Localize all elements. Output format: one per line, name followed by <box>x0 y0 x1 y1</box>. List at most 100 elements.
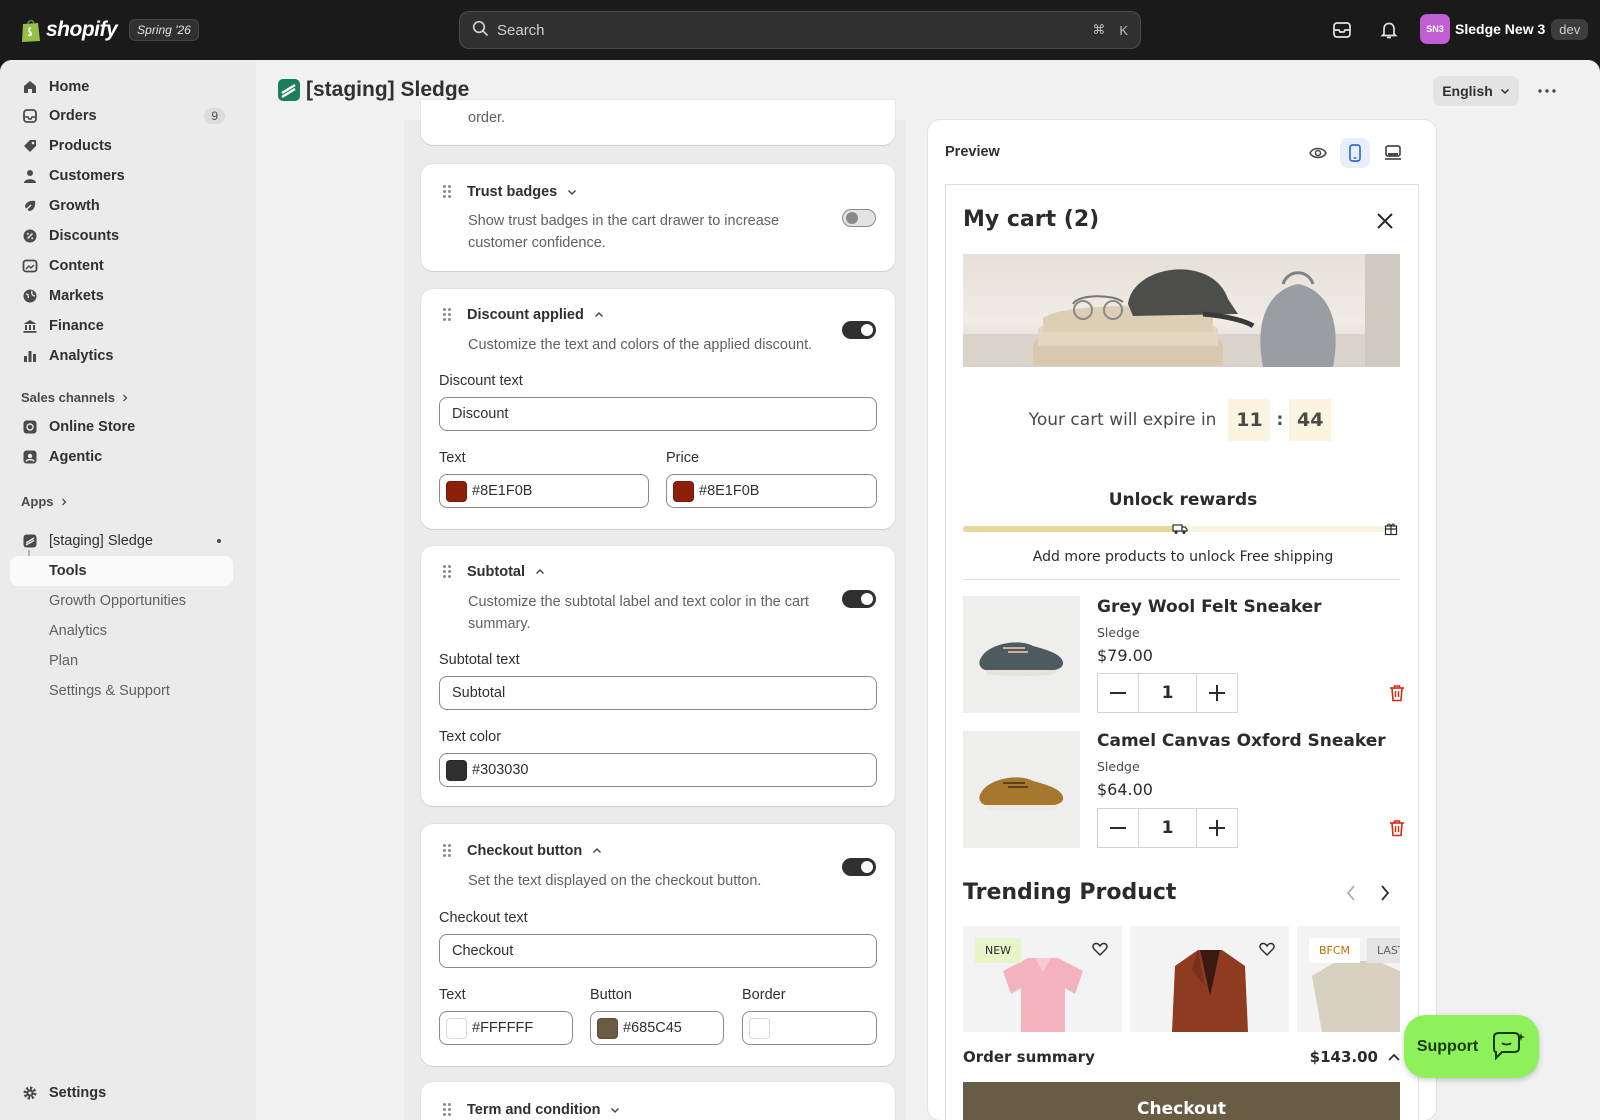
content-icon <box>21 257 39 275</box>
apps-heading[interactable]: Apps <box>21 494 68 509</box>
discount-text-color-input[interactable]: #8E1F0B <box>439 474 649 508</box>
sidebar-item-finance[interactable]: Finance <box>10 311 233 341</box>
trash-icon[interactable] <box>1389 684 1405 702</box>
product-image-grey-sneaker[interactable] <box>963 596 1080 713</box>
card-description-line: customer confidence. <box>468 235 606 251</box>
expire-text: Your cart will expire in <box>1028 410 1217 430</box>
trending-product-card[interactable] <box>1130 926 1289 1032</box>
card-discount-applied: Discount applied Customize the text and … <box>421 289 895 529</box>
color-swatch[interactable] <box>446 480 467 502</box>
desktop-view-icon[interactable] <box>1378 138 1408 168</box>
sidebar-item-settings[interactable]: Settings <box>10 1078 233 1108</box>
trust-badges-toggle[interactable] <box>842 209 876 227</box>
plus-icon[interactable] <box>1197 809 1237 847</box>
chevron-up-icon[interactable] <box>1388 1053 1400 1061</box>
product-image-camel-sneaker[interactable] <box>963 731 1080 848</box>
color-swatch[interactable] <box>597 1017 618 1039</box>
sidebar-item-growth[interactable]: Growth <box>10 191 233 221</box>
input-value: #8E1F0B <box>699 483 760 499</box>
sidebar-subitem-analytics[interactable]: Analytics <box>49 623 107 639</box>
card-title: Term and condition <box>467 1102 601 1118</box>
sidebar-item-customers[interactable]: Customers <box>10 161 233 191</box>
quantity-value[interactable]: 1 <box>1138 674 1197 712</box>
card-header[interactable]: Checkout button <box>443 843 602 859</box>
more-actions-icon[interactable] <box>1534 78 1560 104</box>
sidebar-subitem-plan[interactable]: Plan <box>49 653 78 669</box>
subtotal-text-color-input[interactable]: #303030 <box>439 753 877 787</box>
checkout-text-color-input[interactable]: #FFFFFF <box>439 1011 573 1045</box>
language-select[interactable]: English <box>1433 76 1519 106</box>
search-bar[interactable]: Search ⌘ K <box>459 11 1141 49</box>
checkout-button-color-label: Button <box>590 987 632 1003</box>
pin-dot-icon[interactable] <box>217 539 221 543</box>
sidebar-item-discounts[interactable]: Discounts <box>10 221 233 251</box>
chevron-down-icon[interactable] <box>610 1105 620 1115</box>
checkout-text-input[interactable]: Checkout <box>439 934 877 968</box>
support-button[interactable]: Support <box>1404 1015 1539 1078</box>
drag-handle-icon[interactable] <box>443 1103 453 1117</box>
chevron-right-icon[interactable] <box>1375 883 1395 903</box>
sidebar-item-agentic[interactable]: Agentic <box>10 442 233 472</box>
account-menu[interactable]: SN3 Sledge New 3 dev <box>1420 14 1589 44</box>
checkout-toggle[interactable] <box>842 858 876 876</box>
inbox-icon[interactable] <box>1330 18 1354 42</box>
shopify-logo[interactable]: shopify Spring '26 <box>20 15 199 45</box>
chevron-up-icon[interactable] <box>592 846 602 856</box>
eye-icon[interactable] <box>1303 138 1333 168</box>
trash-icon[interactable] <box>1389 819 1405 837</box>
plus-icon[interactable] <box>1197 674 1237 712</box>
heart-icon[interactable] <box>1092 942 1108 956</box>
trending-product-card[interactable]: NEW <box>963 926 1122 1032</box>
sidebar-item-orders[interactable]: Orders 9 <box>10 101 233 131</box>
sidebar-subitem-growth-opportunities[interactable]: Growth Opportunities <box>49 593 186 609</box>
product-badge: NEW <box>975 938 1022 963</box>
sidebar-item-analytics[interactable]: Analytics <box>10 341 233 371</box>
minus-icon[interactable] <box>1098 809 1138 847</box>
discount-toggle[interactable] <box>842 321 876 339</box>
color-swatch[interactable] <box>749 1017 770 1039</box>
quantity-value[interactable]: 1 <box>1138 809 1197 847</box>
sidebar-item-sledge-app[interactable]: [staging] Sledge <box>10 526 233 556</box>
drag-handle-icon[interactable] <box>443 565 453 579</box>
chevron-down-icon[interactable] <box>567 187 577 197</box>
card-header[interactable]: Discount applied <box>443 307 604 323</box>
subtotal-text-input[interactable]: Subtotal <box>439 676 877 710</box>
mobile-view-icon[interactable] <box>1340 138 1370 168</box>
checkout-button[interactable]: Checkout <box>963 1082 1400 1120</box>
trending-product-card[interactable]: BFCM LAST <box>1297 926 1400 1032</box>
sidebar-item-home[interactable]: Home <box>10 72 233 102</box>
checkout-border-color-input[interactable] <box>742 1011 877 1045</box>
sidebar-item-products[interactable]: Products <box>10 131 233 161</box>
card-header[interactable]: Subtotal <box>443 564 545 580</box>
cart-item-name[interactable]: Camel Canvas Oxford Sneaker <box>1097 731 1386 751</box>
card-header[interactable]: Term and condition <box>443 1102 620 1118</box>
sales-channels-heading[interactable]: Sales channels <box>21 390 129 405</box>
sidebar-item-markets[interactable]: Markets <box>10 281 233 311</box>
sidebar-subitem-settings-support[interactable]: Settings & Support <box>49 683 170 699</box>
drag-handle-icon[interactable] <box>443 185 453 199</box>
drag-handle-icon[interactable] <box>443 308 453 322</box>
checkout-button-color-input[interactable]: #685C45 <box>590 1011 724 1045</box>
discount-text-input[interactable]: Discount <box>439 397 877 431</box>
subtotal-toggle[interactable] <box>842 590 876 608</box>
drag-handle-icon[interactable] <box>443 844 453 858</box>
chevron-up-icon[interactable] <box>535 567 545 577</box>
card-header[interactable]: Trust badges <box>443 184 577 200</box>
bell-icon[interactable] <box>1377 18 1401 42</box>
sidebar-item-online-store[interactable]: Online Store <box>10 412 233 442</box>
sidebar-item-label: Content <box>49 258 104 274</box>
sidebar-item-label: Products <box>49 138 112 154</box>
chevron-left-icon[interactable] <box>1341 883 1361 903</box>
order-summary-row[interactable]: Order summary $143.00 <box>963 1032 1400 1082</box>
color-swatch[interactable] <box>446 759 467 781</box>
sidebar-item-content[interactable]: Content <box>10 251 233 281</box>
heart-icon[interactable] <box>1259 942 1275 956</box>
cart-item-name[interactable]: Grey Wool Felt Sneaker <box>1097 597 1322 617</box>
discount-price-color-input[interactable]: #8E1F0B <box>666 474 877 508</box>
chevron-up-icon[interactable] <box>594 310 604 320</box>
minus-icon[interactable] <box>1098 674 1138 712</box>
sidebar-subitem-tools[interactable]: Tools <box>49 563 87 579</box>
color-swatch[interactable] <box>446 1017 467 1039</box>
color-swatch[interactable] <box>673 480 694 502</box>
close-icon[interactable] <box>1375 211 1395 231</box>
